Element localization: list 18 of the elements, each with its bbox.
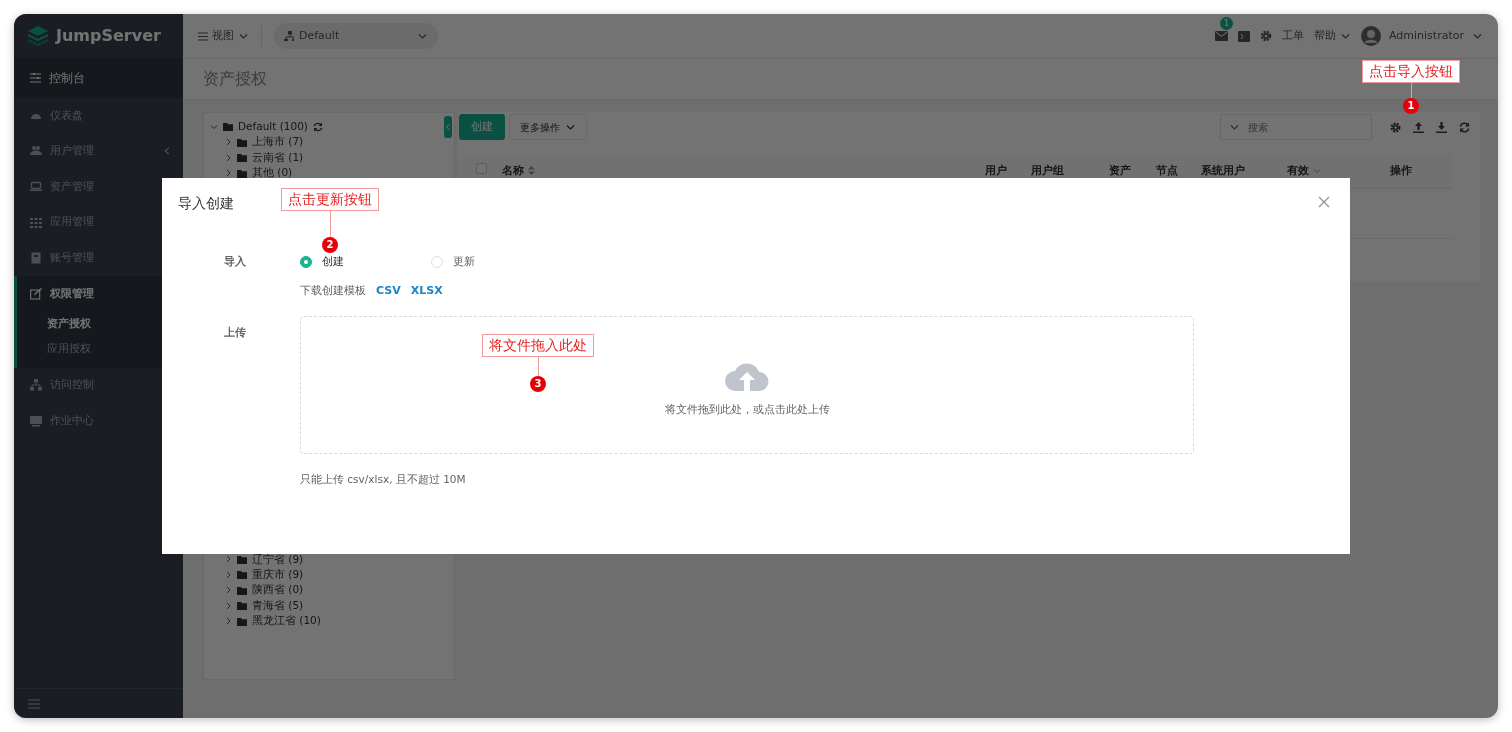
column-header: 资产: [1109, 162, 1131, 178]
column-header: 用户组: [1031, 162, 1064, 178]
column-header: 用户: [985, 162, 1007, 178]
upload-tip: 只能上传 csv/xlsx, 且不超过 10M: [299, 472, 467, 488]
dropzone-text: 将文件拖到此处，或点击此处上传: [664, 402, 830, 418]
brand-name: JumpServer: [56, 25, 161, 47]
field-label: 上传: [224, 325, 247, 341]
callout-label: 点击导入按钮: [1362, 60, 1460, 83]
callout-label: 将文件拖入此处: [482, 334, 594, 357]
template-label: 下载创建模板: [300, 283, 366, 299]
column-header: 系统用户: [1201, 162, 1245, 178]
sidebar-title: 控制台: [49, 70, 85, 87]
column-header: 操作: [1389, 162, 1412, 178]
callout-label: 点击更新按钮: [281, 188, 379, 211]
dialog-title: 导入创建: [178, 194, 234, 213]
column-header: 节点: [1156, 162, 1178, 178]
notification-count: 1: [1220, 17, 1233, 30]
field-label: 导入: [224, 254, 247, 269]
